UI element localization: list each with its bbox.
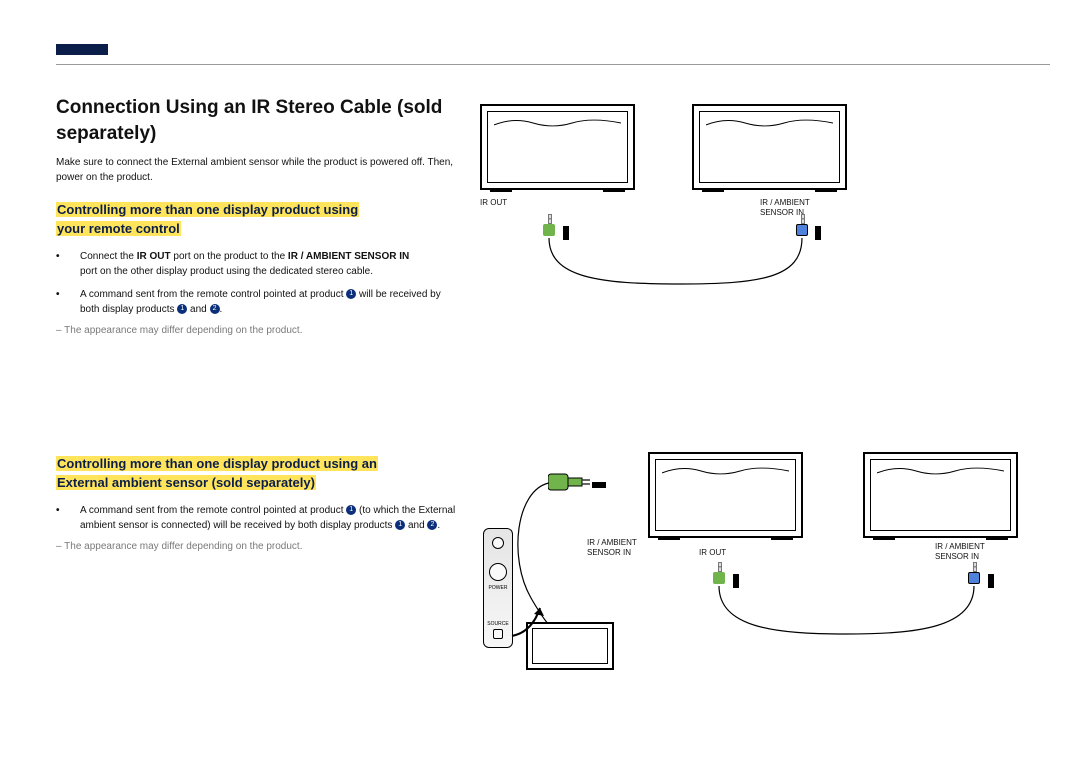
socket-slot-icon bbox=[815, 226, 821, 240]
section1-step-1: • Connect the IR OUT port on the product… bbox=[56, 249, 461, 279]
diagram-1: 1 2 IR OUT IR / AMBIENT SENSOR IN bbox=[480, 100, 920, 280]
badge-1-icon: 1 bbox=[346, 505, 356, 515]
tv-2-icon bbox=[692, 104, 847, 190]
section2-note: The appearance may differ depending on t… bbox=[56, 541, 461, 552]
arrow-icon bbox=[504, 596, 554, 651]
header-divider bbox=[56, 64, 1050, 65]
diagram2-label-left: IR / AMBIENT SENSOR IN bbox=[587, 538, 637, 557]
header-accent-bar bbox=[56, 44, 108, 55]
tv-1-icon bbox=[648, 452, 803, 538]
badge-1-icon: 1 bbox=[177, 304, 187, 314]
diagram2-label-mid: IR OUT bbox=[699, 548, 726, 558]
socket-slot-icon bbox=[592, 482, 606, 488]
socket-slot-icon bbox=[988, 574, 994, 588]
blue-jack-icon bbox=[968, 572, 982, 594]
section2-step-1: • A command sent from the remote control… bbox=[56, 503, 461, 533]
tv-2-icon bbox=[863, 452, 1018, 538]
badge-1-icon: 1 bbox=[346, 289, 356, 299]
intro-text: Make sure to connect the External ambien… bbox=[56, 156, 461, 185]
green-plug-icon bbox=[548, 470, 582, 494]
socket-slot-icon bbox=[563, 226, 569, 240]
badge-1-icon: 1 bbox=[395, 520, 405, 530]
badge-2-icon: 2 bbox=[427, 520, 437, 530]
page-title: Connection Using an IR Stereo Cable (sol… bbox=[56, 95, 461, 146]
section1-step-2: • A command sent from the remote control… bbox=[56, 287, 461, 317]
section1-note: The appearance may differ depending on t… bbox=[56, 325, 461, 336]
socket-slot-icon bbox=[733, 574, 739, 588]
tv-1-icon bbox=[480, 104, 635, 190]
diagram-2: 1 2 IR / AMBIENT SENSOR IN IR OUT IR / A… bbox=[476, 448, 1046, 688]
section1-heading: Controlling more than one display produc… bbox=[56, 201, 461, 239]
blue-jack-icon bbox=[796, 224, 810, 246]
green-jack-icon bbox=[543, 224, 557, 246]
diagram1-label-left: IR OUT bbox=[480, 198, 507, 208]
diagram2-label-right: IR / AMBIENT SENSOR IN bbox=[935, 542, 985, 561]
green-jack-icon bbox=[713, 572, 727, 594]
badge-2-icon: 2 bbox=[210, 304, 220, 314]
section2-heading: Controlling more than one display produc… bbox=[56, 455, 461, 493]
